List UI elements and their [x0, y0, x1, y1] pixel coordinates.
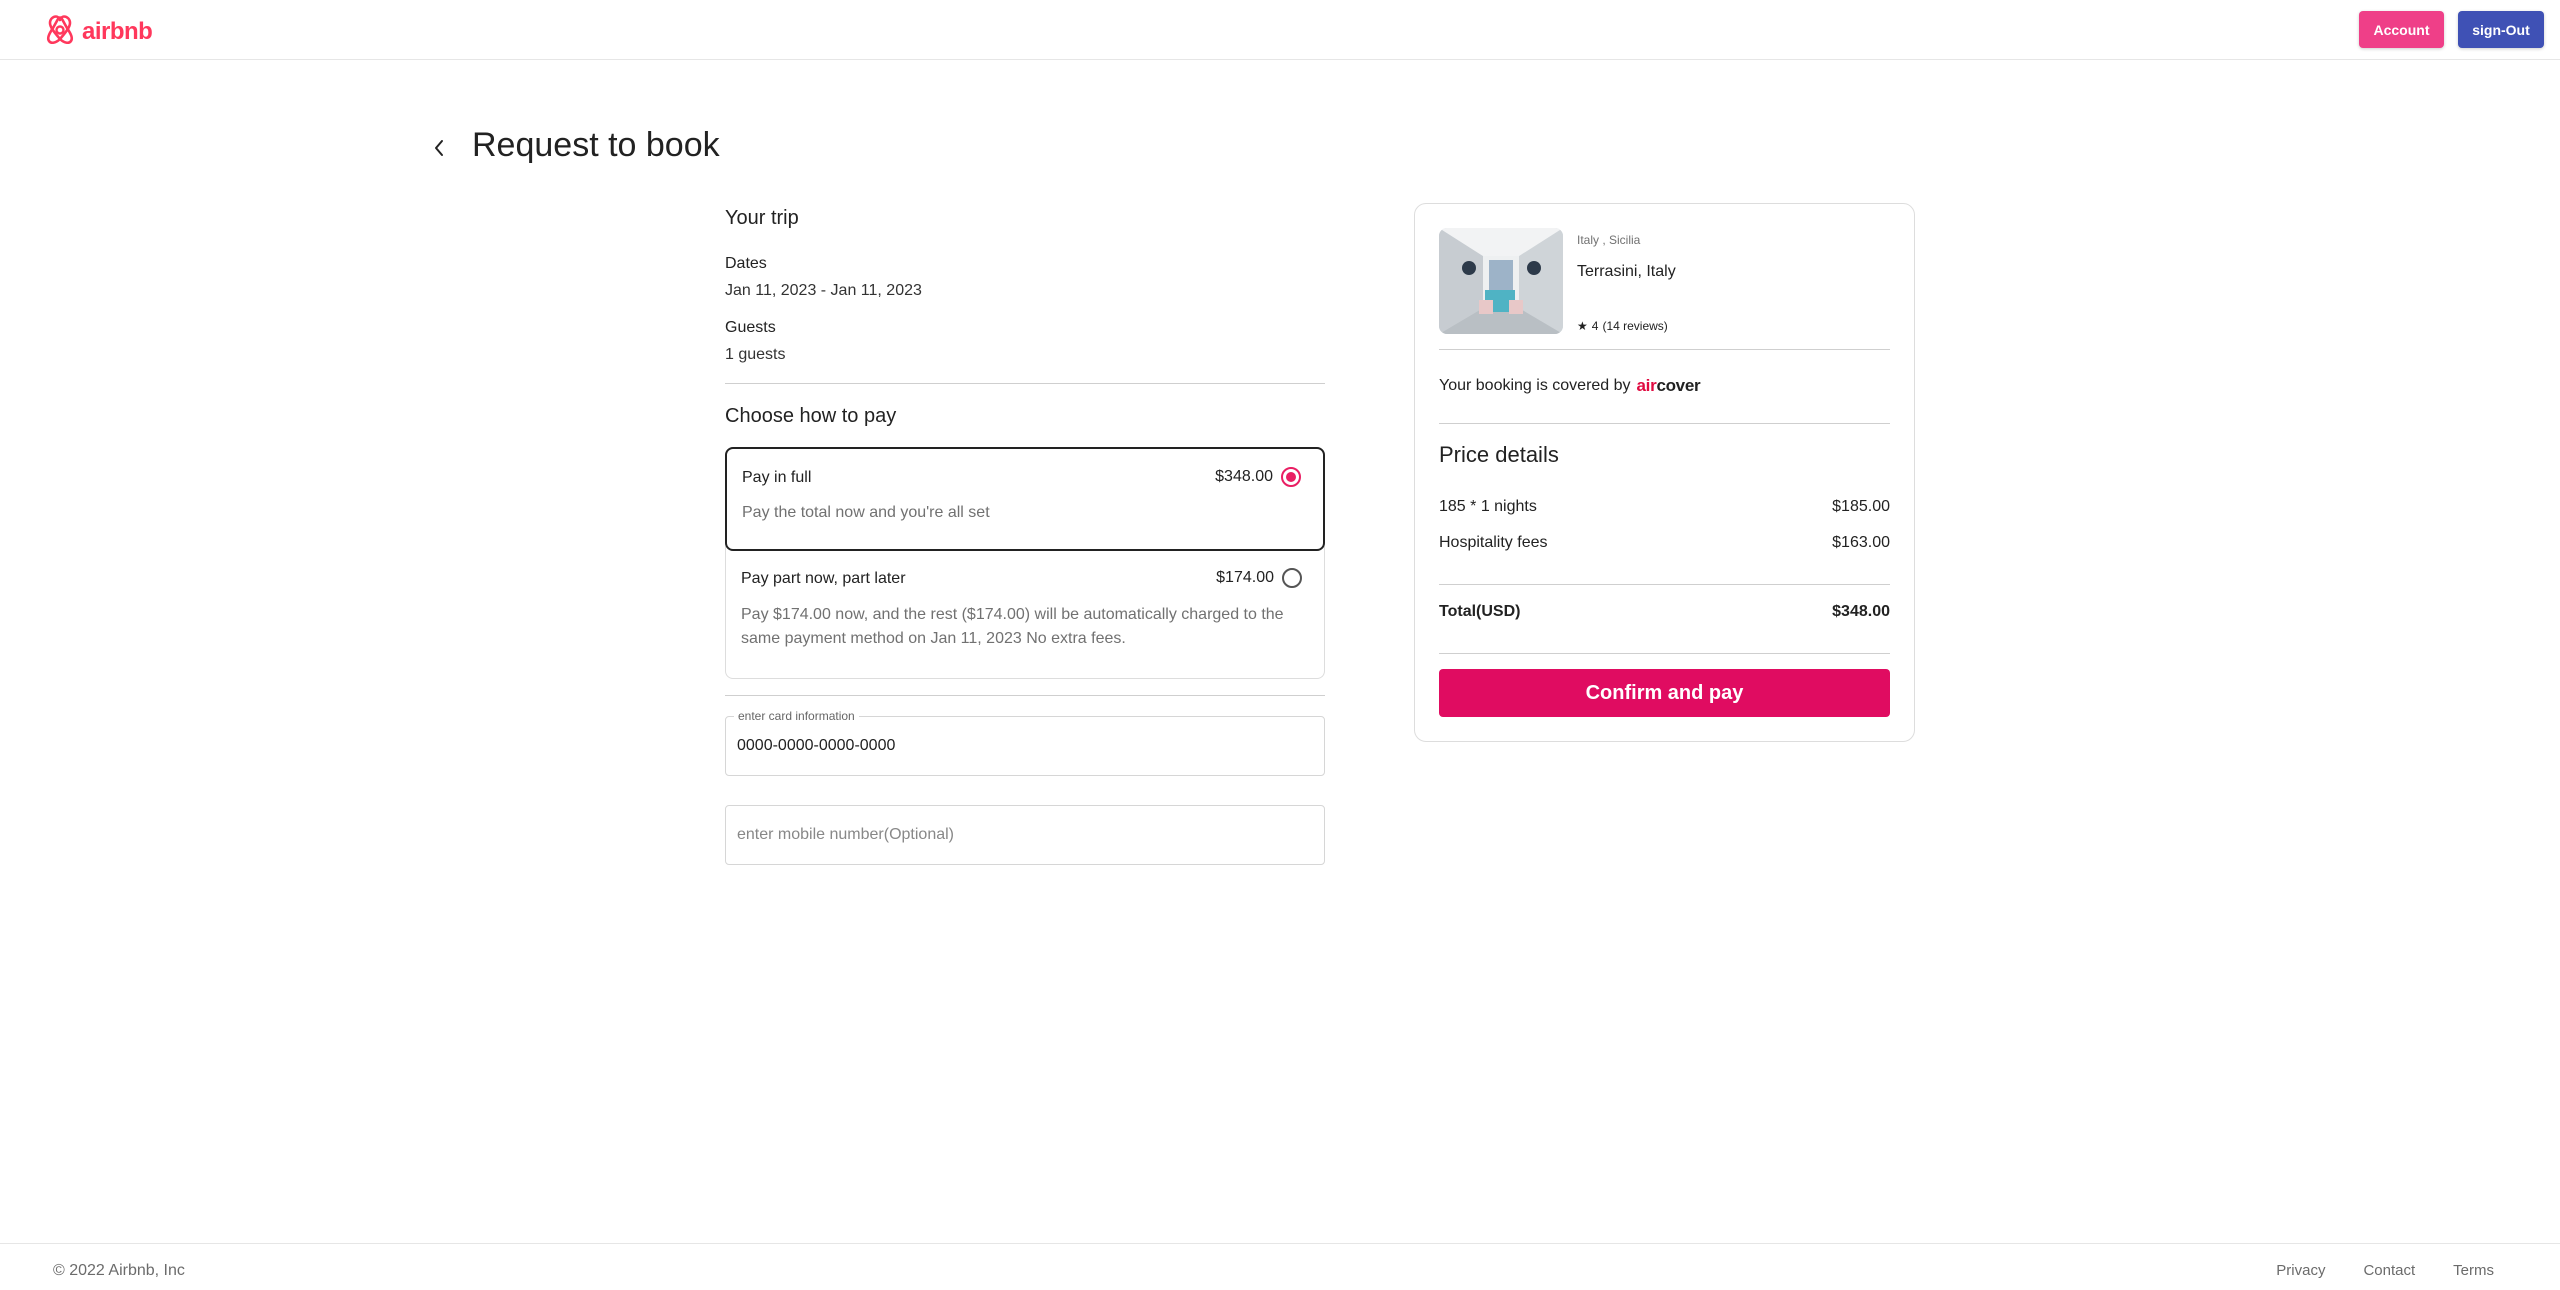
your-trip-heading: Your trip: [725, 207, 799, 229]
option-price: $174.00: [1216, 569, 1274, 586]
aircover-cover: cover: [1656, 376, 1701, 395]
price-row-label: Hospitality fees: [1439, 534, 1548, 551]
price-row-value: $163.00: [1832, 534, 1890, 551]
card-info-label: enter card information: [734, 709, 859, 723]
payment-options: Pay in full $348.00 Pay the total now an…: [725, 447, 1325, 679]
price-details-heading: Price details: [1439, 442, 1559, 467]
guests-value: 1 guests: [725, 346, 786, 363]
pay-part-option[interactable]: Pay part now, part later $174.00 Pay $17…: [725, 546, 1325, 679]
option-title: Pay in full: [742, 469, 812, 486]
total-value: $348.00: [1832, 603, 1890, 620]
privacy-link[interactable]: Privacy: [2276, 1262, 2325, 1279]
coverage-text: Your booking is covered by: [1439, 377, 1631, 394]
rating-value: 4: [1591, 319, 1599, 333]
aircover-notice: Your booking is covered by aircover: [1439, 376, 1701, 396]
option-description: Pay $174.00 now, and the rest ($174.00) …: [741, 606, 1284, 647]
listing-rating: ★ 4 (14 reviews): [1577, 319, 1668, 333]
airbnb-logo[interactable]: airbnb: [44, 12, 153, 51]
card-number-input[interactable]: [737, 731, 1307, 761]
divider: [1439, 349, 1890, 350]
divider: [1439, 653, 1890, 654]
listing-thumbnail: [1439, 228, 1563, 334]
top-nav: airbnb Account sign-Out: [0, 0, 2560, 60]
price-row-fees: Hospitality fees $163.00: [1439, 534, 1890, 552]
mobile-number-field[interactable]: [725, 805, 1325, 865]
guests-label: Guests: [725, 319, 776, 336]
account-button[interactable]: Account: [2359, 11, 2444, 48]
choose-pay-heading: Choose how to pay: [725, 405, 897, 427]
price-row-label: 185 * 1 nights: [1439, 498, 1537, 515]
mobile-number-input[interactable]: [737, 820, 1307, 850]
listing-region: Italy , Sicilia: [1577, 233, 1641, 247]
sign-out-button[interactable]: sign-Out: [2458, 11, 2544, 48]
aircover-air: air: [1636, 376, 1657, 395]
divider: [1439, 423, 1890, 424]
contact-link[interactable]: Contact: [2363, 1262, 2415, 1279]
pay-part-radio[interactable]: [1282, 568, 1302, 588]
back-chevron-icon[interactable]: [429, 136, 449, 160]
divider: [725, 695, 1325, 696]
brand-name: airbnb: [82, 17, 153, 45]
airbnb-logo-icon: [44, 12, 76, 51]
copyright: © 2022 Airbnb, Inc: [53, 1262, 185, 1279]
dates-label: Dates: [725, 255, 767, 272]
dates-value: Jan 11, 2023 - Jan 11, 2023: [725, 282, 922, 299]
option-title: Pay part now, part later: [741, 570, 906, 587]
pay-in-full-option[interactable]: Pay in full $348.00 Pay the total now an…: [725, 447, 1325, 551]
pay-in-full-radio[interactable]: [1281, 467, 1301, 487]
option-price: $348.00: [1215, 468, 1273, 485]
divider: [725, 383, 1325, 384]
star-icon: ★: [1577, 319, 1588, 333]
price-row-nights: 185 * 1 nights $185.00: [1439, 498, 1890, 516]
confirm-and-pay-button[interactable]: Confirm and pay: [1439, 669, 1890, 717]
terms-link[interactable]: Terms: [2453, 1262, 2494, 1279]
total-label: Total(USD): [1439, 603, 1521, 620]
divider: [1439, 584, 1890, 585]
page-title: Request to book: [472, 126, 720, 164]
price-row-value: $185.00: [1832, 498, 1890, 515]
aircover-logo: aircover: [1637, 376, 1701, 396]
review-count: (14 reviews): [1602, 319, 1668, 333]
booking-summary-card: Italy , Sicilia Terrasini, Italy ★ 4 (14…: [1414, 203, 1915, 742]
price-row-total: Total(USD) $348.00: [1439, 603, 1890, 621]
footer-links: Privacy Contact Terms: [2276, 1262, 2494, 1279]
card-info-field[interactable]: enter card information: [725, 709, 1325, 776]
option-description: Pay the total now and you're all set: [742, 504, 990, 521]
footer: © 2022 Airbnb, Inc Privacy Contact Terms: [0, 1243, 2560, 1290]
listing-name: Terrasini, Italy: [1577, 263, 1676, 280]
